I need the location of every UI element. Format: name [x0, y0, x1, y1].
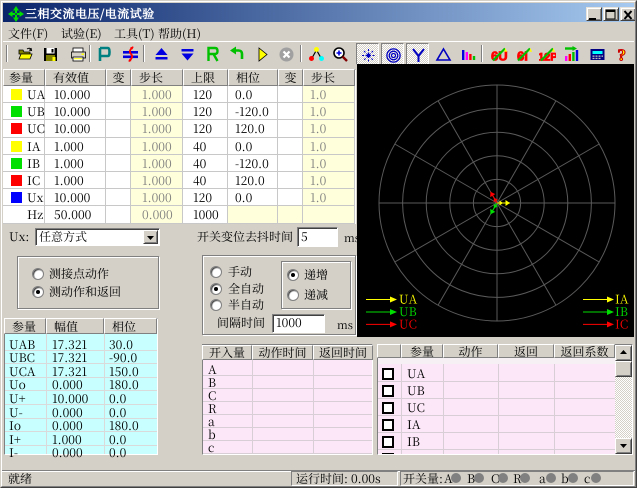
- svg-text:IA: IA: [615, 291, 629, 308]
- svg-text:UB: UB: [399, 303, 417, 320]
- svg-text:?: ?: [618, 46, 627, 63]
- svg-text:UA: UA: [399, 291, 418, 308]
- svg-text:IB: IB: [615, 303, 628, 320]
- svg-text:12P: 12P: [539, 52, 556, 64]
- svg-text:IC: IC: [615, 315, 628, 332]
- svg-text:6U: 6U: [491, 49, 508, 64]
- svg-text:UC: UC: [399, 315, 417, 332]
- svg-text:6I: 6I: [517, 49, 528, 64]
